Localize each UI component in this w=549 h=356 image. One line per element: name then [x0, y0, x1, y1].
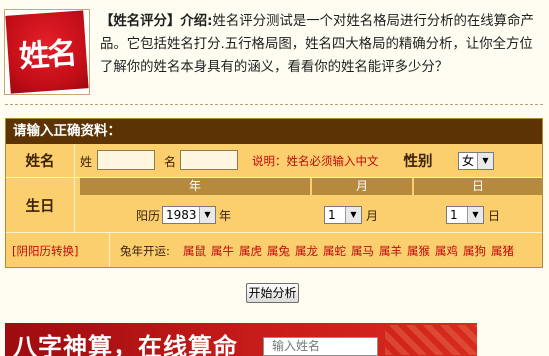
day-header: 日 — [414, 178, 542, 195]
form-title: 请输入正确资料： — [6, 119, 542, 144]
chevron-down-icon: ▼ — [199, 207, 215, 223]
name-row: 姓名 姓 名 说明：姓名必须输入中文 性别 女 ▼ — [6, 144, 542, 178]
month-unit: 月 — [366, 209, 379, 223]
logo-text: 姓名 — [5, 10, 89, 94]
zodiac-link-pig[interactable]: 属猪 — [491, 244, 514, 258]
month-value: 1 — [328, 208, 336, 222]
birthday-label: 生日 — [25, 198, 55, 215]
given-name-label: 名 — [164, 155, 177, 169]
gender-label: 性别 — [403, 154, 433, 170]
banner-text: 八字神算，在线算命 — [13, 332, 238, 356]
zodiac-link-monkey[interactable]: 属猴 — [407, 244, 430, 258]
zodiac-link-horse[interactable]: 属马 — [351, 244, 374, 258]
month-header: 月 — [312, 178, 412, 195]
zodiac-links: 属鼠 属牛 属虎 属兔 属龙 属蛇 属马 属羊 属猴 属鸡 属狗 属猪 — [183, 243, 519, 259]
month-select[interactable]: 1 ▼ — [324, 206, 362, 224]
ad-banner[interactable]: 八字神算，在线算命 输入姓名 — [5, 323, 477, 356]
name-label: 姓名 — [25, 154, 55, 170]
given-name-input[interactable] — [180, 150, 238, 170]
calendar-label: 阳历 — [136, 209, 161, 223]
day-select[interactable]: 1 ▼ — [446, 206, 484, 224]
zodiac-link-goat[interactable]: 属羊 — [379, 244, 402, 258]
gender-value: 女 — [462, 154, 475, 168]
birthday-row: 生日 年 月 日 阳历 1983 ▼ 年 1 ▼ 月 1 ▼ 日 — [6, 178, 542, 233]
zodiac-link-snake[interactable]: 属蛇 — [323, 244, 346, 258]
chevron-down-icon: ▼ — [477, 153, 493, 169]
day-value: 1 — [450, 208, 458, 222]
zodiac-row: [阴阳历转换] 兔年开运: 属鼠 属牛 属虎 属兔 属龙 属蛇 属马 属羊 属猴 属鸡 属狗 属猪 — [6, 233, 542, 267]
name-note: 说明：姓名必须输入中文 — [252, 154, 379, 168]
zodiac-link-ox[interactable]: 属牛 — [211, 244, 234, 258]
year-header: 年 — [80, 178, 310, 195]
intro-paragraph: 【姓名评分】介绍:姓名评分测试是一个对姓名格局进行分析的在线算命产品。它包括姓名… — [100, 10, 545, 79]
surname-input[interactable] — [97, 150, 155, 170]
calendar-convert-link[interactable]: [阴阳历转换] — [12, 243, 78, 259]
zodiac-link-dog[interactable]: 属狗 — [463, 244, 486, 258]
zodiac-link-rabbit[interactable]: 属兔 — [267, 244, 290, 258]
year-select[interactable]: 1983 ▼ — [162, 206, 216, 224]
logo: 姓名 — [4, 9, 90, 95]
divider — [109, 233, 110, 267]
zodiac-label: 兔年开运: — [120, 244, 170, 258]
input-form: 请输入正确资料： 姓名 姓 名 说明：姓名必须输入中文 性别 女 ▼ 生日 年 … — [5, 118, 543, 268]
start-analysis-button[interactable]: 开始分析 — [246, 283, 299, 303]
intro-label: 介绍: — [180, 14, 213, 29]
zodiac-link-dragon[interactable]: 属龙 — [295, 244, 318, 258]
divider — [74, 144, 75, 177]
day-unit: 日 — [488, 209, 501, 223]
banner-name-input[interactable]: 输入姓名 — [263, 337, 378, 356]
chevron-down-icon: ▼ — [345, 207, 361, 223]
intro-tag: 【姓名评分】 — [100, 14, 181, 29]
divider — [74, 178, 75, 232]
chevron-down-icon: ▼ — [467, 207, 483, 223]
surname-label: 姓 — [80, 155, 93, 169]
zodiac-link-tiger[interactable]: 属虎 — [239, 244, 262, 258]
zodiac-link-rat[interactable]: 属鼠 — [183, 244, 206, 258]
year-unit: 年 — [219, 209, 232, 223]
gender-select[interactable]: 女 ▼ — [458, 152, 494, 170]
divider — [5, 104, 543, 105]
year-value: 1983 — [166, 208, 197, 222]
banner-decoration — [385, 325, 477, 355]
zodiac-link-rooster[interactable]: 属鸡 — [435, 244, 458, 258]
